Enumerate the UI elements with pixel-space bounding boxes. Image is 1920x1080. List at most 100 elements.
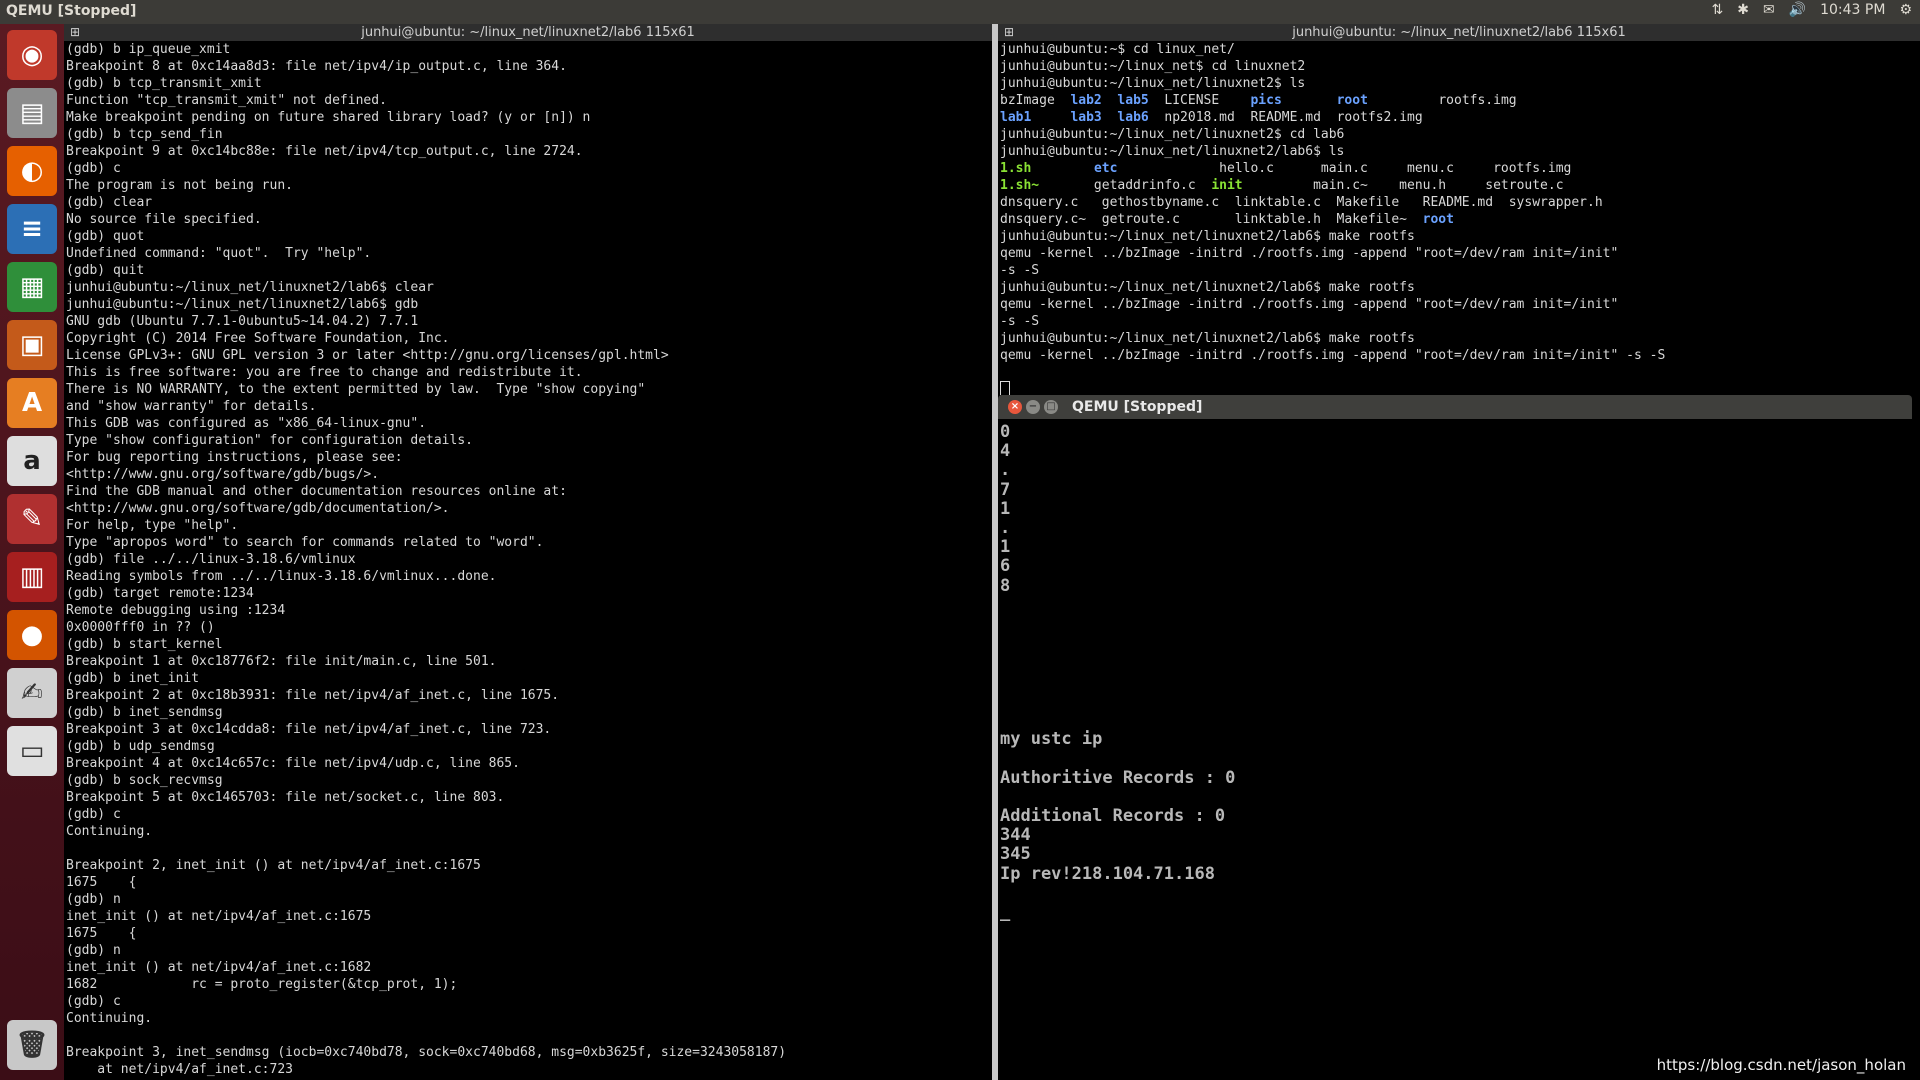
left-terminal-header: ⊞ junhui@ubuntu: ~/linux_net/linuxnet2/l… <box>64 24 992 41</box>
terminal-line: (gdb) b sock_recvmsg <box>66 773 223 788</box>
software-center-icon[interactable]: A <box>7 378 57 428</box>
terminal-line: (gdb) quit <box>66 263 145 278</box>
terminal-line: Make breakpoint pending on future shared… <box>66 110 591 125</box>
writer-icon[interactable]: ≡ <box>7 204 57 254</box>
clock[interactable]: 10:43 PM <box>1820 2 1885 18</box>
terminal-line: 0x0000fff0 in ?? () <box>66 620 215 635</box>
ls-entry-colored: pics <box>1250 93 1282 108</box>
watermark: https://blog.csdn.net/jason_holan <box>1656 1056 1906 1074</box>
gear-icon[interactable]: ⚙ <box>1899 2 1912 18</box>
drive-icon[interactable]: ▭ <box>7 726 57 776</box>
ubuntu-dash-icon[interactable]: ◉ <box>7 30 57 80</box>
ls-line: bzImage lab2 lab5 LICENSE pics root root… <box>1000 92 1920 109</box>
terminal-line: (gdb) file ../../linux-3.18.6/vmlinux <box>66 552 356 567</box>
terminal-line: junhui@ubuntu:~/linux_net/linuxnet2/lab6… <box>1000 144 1345 159</box>
text-editor-icon[interactable]: ✍ <box>7 668 57 718</box>
qemu-window[interactable]: × − □ QEMU [Stopped] 0 4 . 7 1 . 1 6 8 m… <box>998 395 1912 1080</box>
terminal-line: inet_init () at net/ipv4/af_inet.c:1682 <box>66 960 372 975</box>
terminal-line: inet_init () at net/ipv4/af_inet.c:1675 <box>66 909 372 924</box>
amazon-icon[interactable]: a <box>7 436 57 486</box>
ls-entry: np2018.md README.md rootfs2.img <box>1148 110 1423 125</box>
ls-entry <box>1031 110 1070 125</box>
mail-icon[interactable]: ✉ <box>1763 2 1775 18</box>
terminal-line: Undefined command: "quot". Try "help". <box>66 246 372 261</box>
trash-icon[interactable]: 🗑 <box>7 1020 57 1070</box>
terminal-line: Breakpoint 2, inet_init () at net/ipv4/a… <box>66 858 481 873</box>
terminal-line: Type "show configuration" for configurat… <box>66 433 473 448</box>
terminal-line: junhui@ubuntu:~/linux_net/linuxnet2/lab6… <box>1000 331 1415 346</box>
ls-entry-colored: lab6 <box>1117 110 1149 125</box>
impress-icon[interactable]: ▣ <box>7 320 57 370</box>
ls-line: dnsquery.c~ getroute.c linktable.h Makef… <box>1000 211 1920 228</box>
system-tray: ⇅ ✱ ✉ 🔊 10:43 PM ⚙ <box>1711 2 1912 18</box>
ls-entry-colored: etc <box>1093 161 1118 176</box>
terminal-line: 1675 { <box>66 926 137 941</box>
qemu-titlebar[interactable]: × − □ QEMU [Stopped] <box>998 395 1912 419</box>
terminal-line: Copyright (C) 2014 Free Software Foundat… <box>66 331 450 346</box>
firefox-icon[interactable]: ◐ <box>7 146 57 196</box>
terminal-line: GNU gdb (Ubuntu 7.7.1-0ubuntu5~14.04.2) … <box>66 314 419 329</box>
ubuntu-one-icon[interactable]: ● <box>7 610 57 660</box>
workspace-icon[interactable]: ▥ <box>7 552 57 602</box>
terminal-line: Breakpoint 1 at 0xc18776f2: file init/ma… <box>66 654 497 669</box>
terminal-line: (gdb) c <box>66 161 121 176</box>
calc-icon[interactable]: ▦ <box>7 262 57 312</box>
right-terminal-title: junhui@ubuntu: ~/linux_net/linuxnet2/lab… <box>1292 25 1626 40</box>
terminal-line: <http://www.gnu.org/software/gdb/bugs/>. <box>66 467 380 482</box>
bluetooth-icon[interactable]: ✱ <box>1737 2 1749 18</box>
terminal-line: junhui@ubuntu:~/linux_net/linuxnet2/lab6… <box>1000 229 1415 244</box>
terminal-line: junhui@ubuntu:~/linux_net$ cd linuxnet2 <box>1000 59 1306 74</box>
terminal-line: (gdb) quot <box>66 229 145 244</box>
qemu-console[interactable]: 0 4 . 7 1 . 1 6 8 my ustc ip Authoritive… <box>998 419 1912 922</box>
terminal-line: at net/ipv4/af_inet.c:723 <box>66 1062 293 1077</box>
volume-icon[interactable]: 🔊 <box>1789 2 1806 18</box>
terminal-line: Breakpoint 8 at 0xc14aa8d3: file net/ipv… <box>66 59 567 74</box>
ls-entry-colored: 1.sh <box>1000 161 1032 176</box>
maximize-icon[interactable]: □ <box>1044 400 1058 414</box>
terminal-line: (gdb) c <box>66 994 121 1009</box>
ls-entry-colored: root <box>1336 93 1368 108</box>
files-icon[interactable]: ▤ <box>7 88 57 138</box>
terminal-line: Function "tcp_transmit_xmit" not defined… <box>66 93 387 108</box>
terminal-line: The program is not being run. <box>66 178 293 193</box>
left-terminal[interactable]: ⊞ junhui@ubuntu: ~/linux_net/linuxnet2/l… <box>64 24 992 1080</box>
terminal-line: (gdb) n <box>66 943 121 958</box>
ls-line: dnsquery.c gethostbyname.c linktable.c M… <box>1000 194 1920 211</box>
grid-icon[interactable]: ⊞ <box>1004 24 1014 41</box>
grid-icon[interactable]: ⊞ <box>70 24 80 41</box>
right-terminal-header: ⊞ junhui@ubuntu: ~/linux_net/linuxnet2/l… <box>998 24 1920 41</box>
terminal-line: Breakpoint 9 at 0xc14bc88e: file net/ipv… <box>66 144 583 159</box>
left-terminal-output: (gdb) b ip_queue_xmit Breakpoint 8 at 0xc… <box>64 41 992 1078</box>
terminal-line: qemu -kernel ../bzImage -initrd ./rootfs… <box>1000 246 1619 261</box>
terminal-line: Find the GDB manual and other documentat… <box>66 484 567 499</box>
terminal-line: 1675 { <box>66 875 137 890</box>
terminal-line: Breakpoint 4 at 0xc14c657c: file net/ipv… <box>66 756 520 771</box>
ls-entry-colored: lab1 <box>1000 110 1032 125</box>
system-settings-icon[interactable]: ✎ <box>7 494 57 544</box>
ls-entry: main.c~ menu.h setroute.c <box>1242 178 1564 193</box>
ls-entry <box>1031 161 1094 176</box>
terminal-line: Remote debugging using :1234 <box>66 603 286 618</box>
terminal-line: -s -S <box>1000 263 1040 278</box>
terminal-line: Breakpoint 2 at 0xc18b3931: file net/ipv… <box>66 688 560 703</box>
network-icon[interactable]: ⇅ <box>1711 2 1723 18</box>
minimize-icon[interactable]: − <box>1026 400 1040 414</box>
terminal-line: (gdb) clear <box>66 195 153 210</box>
ls-entry-colored: lab2 <box>1070 93 1102 108</box>
ls-entry-colored: 1.sh~ <box>1000 178 1040 193</box>
terminal-line: junhui@ubuntu:~/linux_net/linuxnet2/lab6… <box>66 297 419 312</box>
terminal-line: 1682 rc = proto_register(&tcp_prot, 1); <box>66 977 458 992</box>
terminal-line: (gdb) b inet_sendmsg <box>66 705 223 720</box>
ls-entry: bzImage <box>1000 93 1071 108</box>
close-icon[interactable]: × <box>1008 400 1022 414</box>
ls-entry-colored: lab3 <box>1070 110 1102 125</box>
terminal-line: <http://www.gnu.org/software/gdb/documen… <box>66 501 450 516</box>
ls-entry: getaddrinfo.c <box>1039 178 1212 193</box>
ls-entry-colored: lab5 <box>1117 93 1149 108</box>
terminal-line: (gdb) b start_kernel <box>66 637 223 652</box>
ls-line: 1.sh etc hello.c main.c menu.c rootfs.im… <box>1000 160 1920 177</box>
terminal-line: (gdb) b inet_init <box>66 671 200 686</box>
terminal-line: Breakpoint 5 at 0xc1465703: file net/soc… <box>66 790 505 805</box>
terminal-line: (gdb) b tcp_send_fin <box>66 127 223 142</box>
